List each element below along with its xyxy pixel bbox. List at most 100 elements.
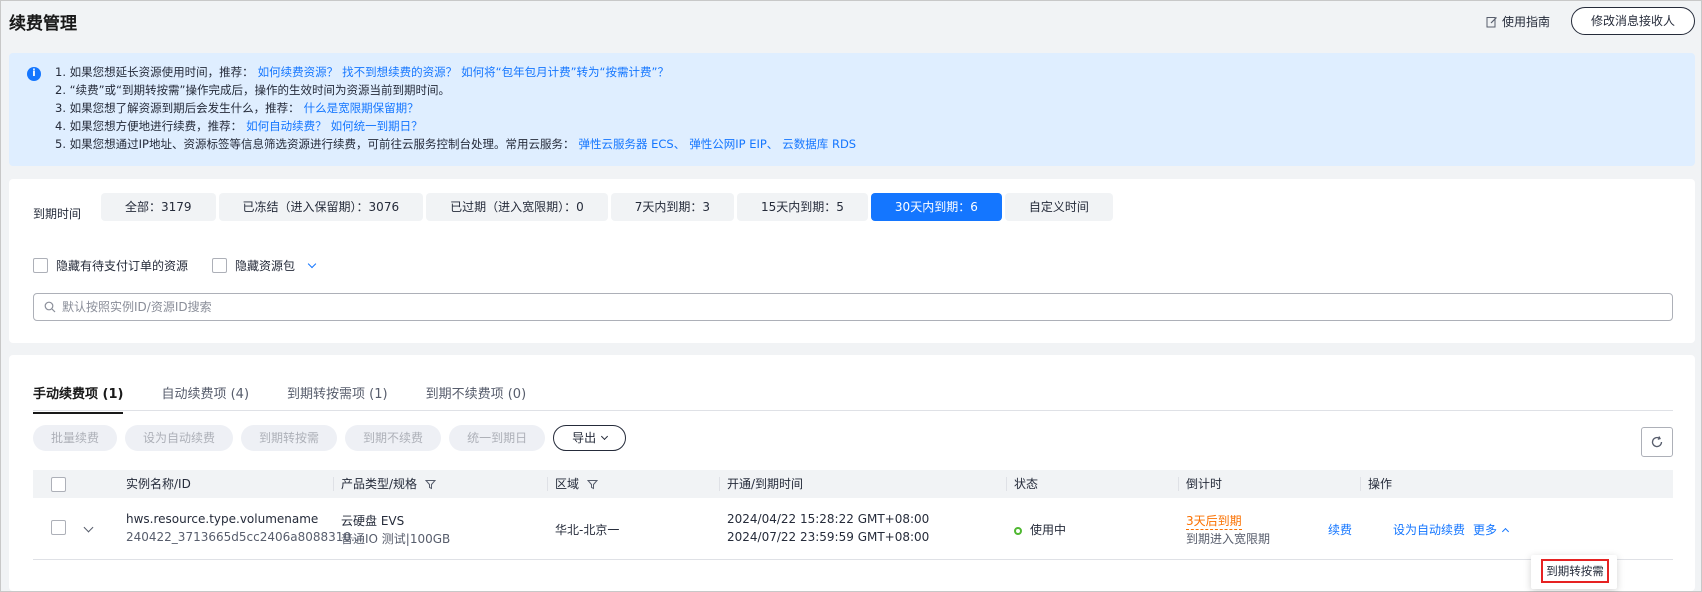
window: 续费管理 使用指南 修改消息接收人 i 1. 如果您想延长资源使用时间，推荐： 如… [0, 0, 1702, 592]
hide-pending-checkbox[interactable]: 隐藏有待支付订单的资源 [33, 257, 188, 274]
col-countdown: 倒计时 [1178, 470, 1223, 498]
notice-link[interactable]: 找不到想续费的资源？ [342, 65, 457, 79]
notice-text: 2. “续费”或“到期转按需”操作完成后，操作的生效时间为资源当前到期时间。 [55, 83, 450, 97]
expiry-chips: 全部：3179 已冻结（进入保留期）：3076 已过期（进入宽限期）：0 7天内到期：… [101, 193, 1113, 221]
to-ondemand-menu-item[interactable]: 到期转按需 [1541, 559, 1609, 583]
expiry-chip[interactable]: 全部：3179 [101, 193, 216, 221]
notice-link[interactable]: 弹性云服务器 ECS、 [578, 137, 685, 151]
notice-line: 1. 如果您想延长资源使用时间，推荐： 如何续费资源？ 找不到想续费的资源？ 如何将“… [39, 63, 1695, 81]
notice-line: 5. 如果您想通过IP地址、资源标签等信息筛选资源进行续费，可前往云服务控制台处… [39, 135, 1695, 153]
chevron-up-icon [1501, 527, 1510, 536]
set-auto-renew-link[interactable]: 设为自动续费 [1393, 521, 1465, 538]
renew-link[interactable]: 续费 [1328, 521, 1352, 538]
col-ops-label: 操作 [1368, 477, 1393, 491]
notice-text: 4. 如果您想方便地进行续费，推荐： [55, 119, 243, 133]
checkbox-box[interactable] [33, 258, 48, 273]
tab-divider [33, 410, 1673, 411]
modify-receiver-button[interactable]: 修改消息接收人 [1571, 7, 1695, 35]
expiry-chip[interactable]: 自定义时间 [1004, 193, 1113, 221]
search-box[interactable] [33, 293, 1673, 321]
checkbox-box[interactable] [51, 477, 66, 492]
search-input[interactable] [62, 300, 1562, 314]
column-separator [1360, 477, 1361, 491]
set-auto-renew-button[interactable]: 设为自动续费 [125, 425, 234, 451]
col-countdown-label: 倒计时 [1186, 477, 1223, 491]
notice-link[interactable]: 如何自动续费？ [246, 119, 327, 133]
guide-label: 使用指南 [1502, 15, 1551, 29]
region: 华北-北京一 [555, 523, 620, 537]
start-time: 2024/04/22 15:28:22 GMT+08:00 [727, 512, 930, 526]
refresh-button[interactable] [1641, 427, 1673, 457]
more-label: 更多 [1473, 523, 1498, 537]
status: 使用中 [1014, 521, 1066, 538]
hide-pending-label: 隐藏有待支付订单的资源 [56, 259, 189, 273]
expiry-chip[interactable]: 15天内到期：5 [737, 193, 868, 221]
countdown-note: 到期进入宽限期 [1186, 532, 1271, 546]
status-dot-icon [1014, 526, 1022, 535]
notice-link[interactable]: 弹性公网IP EIP、 [689, 137, 778, 151]
chevron-down-icon[interactable] [307, 259, 317, 268]
hide-package-label: 隐藏资源包 [235, 259, 296, 273]
notice-link[interactable]: 如何统一到期日？ [331, 119, 423, 133]
export-button[interactable]: 导出 [553, 425, 627, 451]
notice-line: 4. 如果您想方便地进行续费，推荐： 如何自动续费？ 如何统一到期日？ [39, 117, 1695, 135]
page-header: 续费管理 使用指南 修改消息接收人 [1, 1, 1701, 47]
column-separator [547, 477, 548, 491]
unify-expiry-button[interactable]: 统一到期日 [449, 425, 546, 451]
col-product-label: 产品类型/规格 [341, 477, 418, 491]
expiry-chip[interactable]: 30天内到期：6 [870, 193, 1002, 221]
instance-id: 240422_3713665d5cc2406a8088310... [126, 530, 363, 544]
more-menu[interactable]: 更多 [1473, 521, 1510, 538]
col-product: 产品类型/规格 [333, 470, 437, 498]
column-separator [1006, 477, 1007, 491]
col-ops: 操作 [1360, 470, 1393, 498]
product-type: 云硬盘 EVS [341, 514, 405, 528]
refresh-icon [1651, 436, 1663, 448]
expand-row-button[interactable] [83, 520, 94, 534]
table-row: hws.resource.type.volumename 240422_3713… [33, 498, 1673, 560]
col-name: 实例名称/ID [126, 477, 191, 491]
table-header: 实例名称/ID 产品类型/规格 区域 开通/到期时间 状态 倒计时 操作 [33, 470, 1673, 498]
hide-package-checkbox[interactable]: 隐藏资源包 [212, 257, 317, 274]
notice-text: 1. 如果您想延长资源使用时间，推荐： [55, 65, 254, 79]
chevron-down-icon [601, 432, 609, 441]
filter-panel: 到期时间 全部：3179 已冻结（进入保留期）：3076 已过期（进入宽限期）：0 7… [9, 179, 1695, 343]
search-icon [44, 301, 56, 313]
countdown[interactable]: 3天后到期 [1186, 512, 1242, 530]
notice-line: 3. 如果您想了解资源到期后会发生什么，推荐： 什么是宽限期保留期？ [39, 99, 1695, 117]
expiry-chip[interactable]: 已冻结（进入保留期）：3076 [218, 193, 424, 221]
col-status: 状态 [1006, 470, 1039, 498]
product-spec: 普通IO 测试|100GB [341, 532, 451, 546]
expiry-filter-label: 到期时间 [33, 207, 82, 221]
row-checkbox[interactable] [51, 520, 66, 538]
col-region-label: 区域 [555, 477, 580, 491]
page-title: 续费管理 [9, 14, 77, 34]
notice-link[interactable]: 什么是宽限期保留期？ [304, 101, 419, 115]
notice-banner: i 1. 如果您想延长资源使用时间，推荐： 如何续费资源？ 找不到想续费的资源？ 如何… [9, 53, 1695, 166]
checkbox-row: 隐藏有待支付订单的资源 隐藏资源包 [33, 257, 339, 274]
guide-link[interactable]: 使用指南 [1486, 13, 1550, 30]
checkbox-box[interactable] [51, 520, 66, 535]
main-panel: 手动续费项 (1) 自动续费项 (4) 到期转按需项 (1) 到期不续费项 (0) 批… [9, 355, 1695, 591]
action-bar: 批量续费 设为自动续费 到期转按需 到期不续费 统一到期日 导出 [33, 425, 627, 451]
batch-renew-button[interactable]: 批量续费 [33, 425, 118, 451]
status-label: 使用中 [1030, 523, 1067, 537]
notice-link[interactable]: 如何将“包年包月计费”转为“按需计费”？ [461, 65, 669, 79]
edit-icon [1486, 16, 1497, 27]
notice-link[interactable]: 如何续费资源？ [258, 65, 339, 79]
filter-icon[interactable] [425, 479, 437, 490]
checkbox-box[interactable] [212, 258, 228, 273]
notice-link[interactable]: 云数据库 RDS [782, 137, 856, 151]
no-renew-button[interactable]: 到期不续费 [345, 425, 442, 451]
expiry-chip[interactable]: 已过期（进入宽限期）：0 [426, 193, 608, 221]
more-dropdown: 到期转按需 [1531, 555, 1617, 589]
expiry-chip[interactable]: 7天内到期：3 [610, 193, 735, 221]
col-status-label: 状态 [1014, 477, 1039, 491]
select-all-checkbox[interactable] [51, 477, 66, 492]
notice-text: 3. 如果您想了解资源到期后会发生什么，推荐： [55, 101, 300, 115]
instance-name: hws.resource.type.volumename [126, 512, 319, 526]
col-time-label: 开通/到期时间 [727, 477, 804, 491]
to-ondemand-button[interactable]: 到期转按需 [241, 425, 338, 451]
end-time: 2024/07/22 23:59:59 GMT+08:00 [727, 530, 930, 544]
filter-icon[interactable] [587, 479, 599, 490]
